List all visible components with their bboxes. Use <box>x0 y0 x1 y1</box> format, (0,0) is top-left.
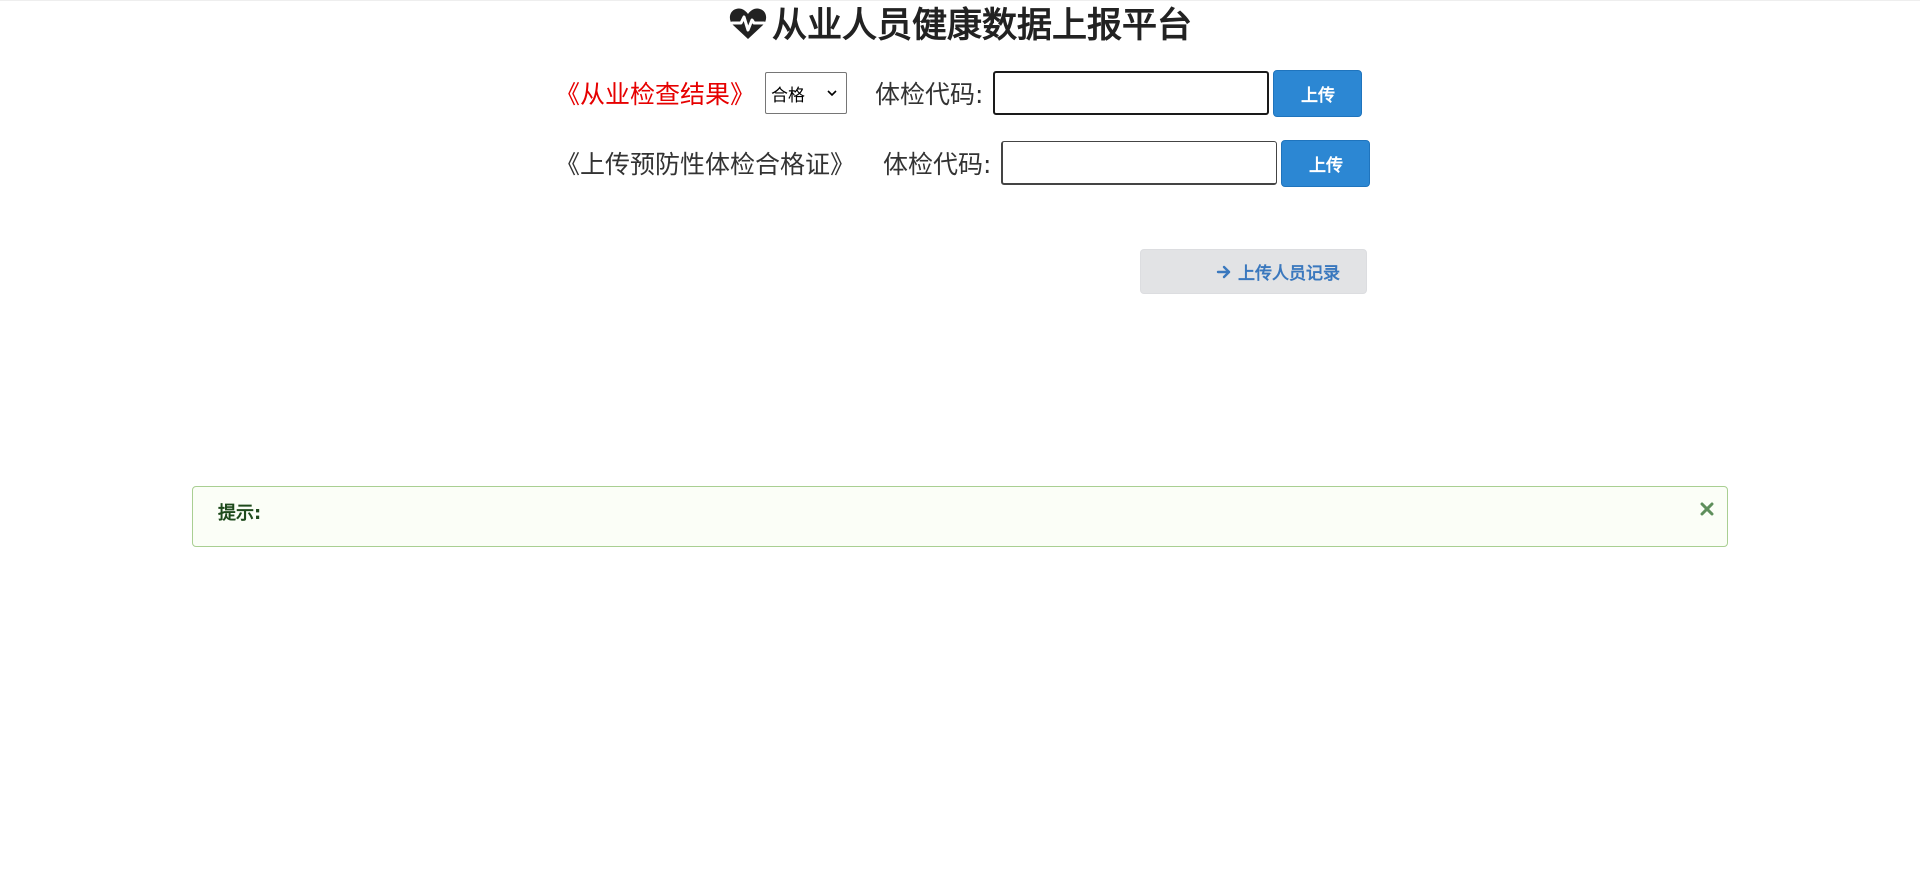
page-title: 从业人员健康数据上报平台 <box>0 0 1920 52</box>
upload-records-label: 上传人员记录 <box>1238 264 1340 284</box>
certificate-code-label: 体检代码: <box>883 150 992 179</box>
certificate-code-input[interactable] <box>1001 141 1278 185</box>
certificate-row: 《上传预防性体检合格证》 体检代码: 上传 <box>555 139 1371 187</box>
exam-result-label: 《从业检查结果》 <box>555 80 756 109</box>
hint-alert: 提示: <box>192 486 1728 547</box>
exam-code-input[interactable] <box>993 71 1270 115</box>
exam-result-upload-button[interactable]: 上传 <box>1273 69 1363 117</box>
heartbeat-icon <box>728 4 768 44</box>
exam-result-select-value: 合格 <box>771 85 806 106</box>
exam-result-row: 《从业检查结果》 合格 体检代码: 上传 <box>555 69 1363 117</box>
certificate-label: 《上传预防性体检合格证》 <box>555 150 856 179</box>
close-icon[interactable] <box>1699 501 1715 517</box>
chevron-down-icon <box>827 90 837 97</box>
upload-records-button[interactable]: 上传人员记录 <box>1140 249 1367 294</box>
arrow-right-icon <box>1216 265 1231 278</box>
exam-code-label: 体检代码: <box>875 80 984 109</box>
certificate-upload-button[interactable]: 上传 <box>1281 139 1371 187</box>
hint-label: 提示: <box>218 503 262 524</box>
exam-result-select[interactable]: 合格 <box>765 72 848 114</box>
page-title-text: 从业人员健康数据上报平台 <box>771 6 1192 46</box>
